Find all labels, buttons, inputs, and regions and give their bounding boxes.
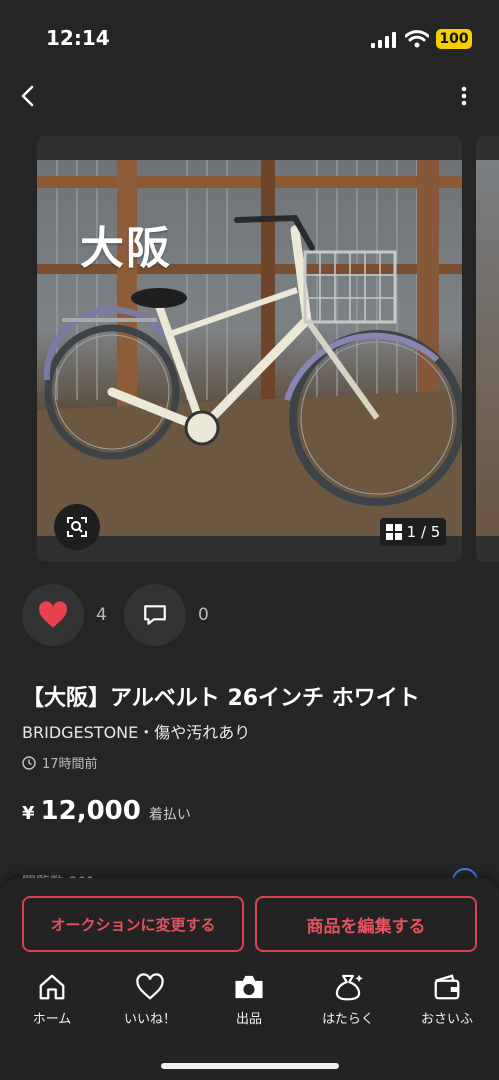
comment-count: 0 bbox=[198, 605, 209, 625]
like-button[interactable] bbox=[22, 584, 84, 646]
nav-home-label: ホーム bbox=[32, 1012, 72, 1027]
nav-sell[interactable]: 出品 bbox=[209, 972, 289, 1027]
nav-wallet-label: おさいふ bbox=[420, 1012, 473, 1027]
back-icon[interactable] bbox=[18, 84, 38, 108]
posted-time-text: 17時間前 bbox=[42, 757, 98, 772]
signal-icon bbox=[371, 32, 396, 48]
clock-icon bbox=[22, 755, 36, 770]
nav-wallet[interactable]: おさいふ bbox=[407, 972, 487, 1027]
image-search-button[interactable] bbox=[54, 504, 100, 550]
money-bag-icon bbox=[335, 974, 363, 1001]
posted-time: 17時間前 bbox=[22, 753, 98, 772]
nav-sell-label: 出品 bbox=[235, 1012, 262, 1027]
shipping-type: 着払い bbox=[148, 807, 191, 823]
comment-icon bbox=[144, 605, 166, 625]
nav-likes[interactable]: いいね！ bbox=[110, 972, 190, 1027]
price: ¥ 12,000 着払い bbox=[22, 796, 191, 826]
price-symbol: ¥ bbox=[22, 803, 35, 824]
home-icon bbox=[39, 974, 65, 1000]
item-title: 【大阪】アルベルト 26インチ ホワイト bbox=[22, 686, 420, 711]
image-search-icon bbox=[67, 517, 87, 537]
image-counter: 1 / 5 bbox=[380, 518, 446, 546]
heart-filled-icon bbox=[39, 601, 67, 628]
nav-work[interactable]: はたらく bbox=[308, 972, 388, 1027]
camera-icon bbox=[235, 975, 263, 999]
grid-icon bbox=[385, 524, 402, 540]
status-time: 12:14 bbox=[46, 26, 110, 50]
change-to-auction-button[interactable]: オークションに変更する bbox=[22, 896, 244, 952]
photo-overlay-text: 大阪 bbox=[80, 223, 172, 274]
nav-likes-label: いいね！ bbox=[123, 1012, 176, 1027]
like-count: 4 bbox=[96, 605, 107, 625]
edit-item-button[interactable]: 商品を編集する bbox=[255, 896, 477, 952]
nav-work-label: はたらく bbox=[322, 1012, 374, 1027]
home-indicator bbox=[161, 1063, 339, 1069]
price-amount: 12,000 bbox=[40, 796, 141, 826]
more-vertical-icon[interactable] bbox=[454, 85, 474, 107]
image-counter-text: 1 / 5 bbox=[406, 523, 441, 541]
wifi-icon bbox=[405, 30, 429, 48]
item-brand-condition: BRIDGESTONE・傷や汚れあり bbox=[22, 723, 251, 742]
nav-home[interactable]: ホーム bbox=[12, 972, 92, 1027]
comment-button[interactable] bbox=[124, 584, 186, 646]
wallet-icon bbox=[434, 974, 460, 1000]
next-image-peek[interactable] bbox=[476, 136, 499, 562]
battery-icon: 100 bbox=[436, 29, 472, 49]
heart-outline-icon bbox=[136, 973, 164, 1000]
